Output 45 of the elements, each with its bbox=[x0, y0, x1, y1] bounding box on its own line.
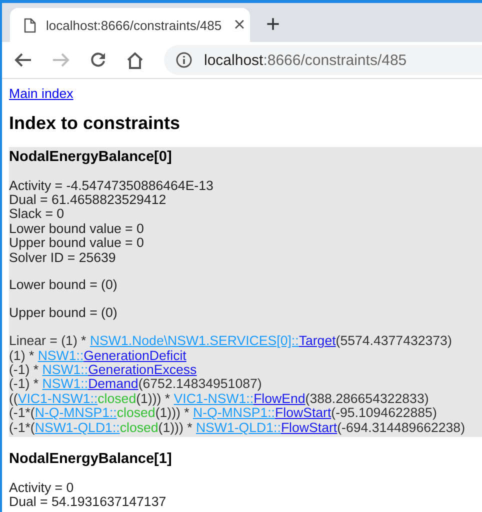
closed-flag-text: closed bbox=[116, 405, 156, 420]
close-tab-button[interactable]: × bbox=[232, 15, 248, 35]
property-text: Slack = 0 bbox=[9, 207, 66, 222]
address-bar[interactable]: localhost:8666/constraints/485 bbox=[164, 45, 482, 75]
expression-text: (1) * bbox=[9, 348, 36, 363]
variable-link[interactable]: Demand bbox=[88, 376, 138, 392]
property-text: Dual = 61.4658823529412 bbox=[9, 192, 168, 208]
expression-text: (-1) * bbox=[9, 362, 40, 378]
variable-link[interactable]: FlowEnd bbox=[254, 390, 306, 406]
expression-text: (-95.1094622885) bbox=[331, 405, 437, 420]
closed-flag-text: closed bbox=[98, 390, 136, 406]
variable-link[interactable]: FlowStart bbox=[280, 420, 338, 435]
expression-text: (-1*( bbox=[9, 405, 35, 420]
closed-flag-text: closed bbox=[120, 420, 158, 435]
variable-link[interactable]: GenerationDeficit bbox=[84, 348, 186, 363]
property-text: Activity = -4.54747350886464E-13 bbox=[9, 178, 214, 193]
constraint-title: NodalEnergyBalance[0] bbox=[9, 148, 173, 165]
expression-text: Linear = (1) * bbox=[9, 333, 88, 348]
expression-text: (6752.14834951087) bbox=[138, 376, 262, 392]
expression-text: (1))) * bbox=[136, 390, 170, 406]
new-tab-button[interactable]: + bbox=[262, 13, 284, 37]
browser-tab[interactable]: localhost:8666/constraints/485 × bbox=[10, 8, 250, 42]
property-text: Lower bound value = 0 bbox=[9, 222, 145, 236]
variable-link[interactable]: GenerationExcess bbox=[88, 362, 197, 378]
expression-text: (5574.4377432373) bbox=[336, 333, 452, 348]
bound-text: Upper bound = (0) bbox=[9, 306, 118, 321]
expression-text: (-694.314489662238) bbox=[337, 420, 465, 435]
property-text: Activity = 0 bbox=[9, 480, 75, 495]
expression-text: (-1*( bbox=[9, 420, 35, 435]
expression-text: (388.286654322833) bbox=[305, 390, 429, 406]
constraint-title: NodalEnergyBalance[1] bbox=[9, 450, 173, 468]
bound-text: Lower bound = (0) bbox=[9, 278, 118, 293]
expression-text: (1))) * bbox=[155, 405, 190, 420]
property-text: Dual = 54.1931637147137 bbox=[9, 495, 168, 510]
variable-link[interactable]: Target bbox=[298, 333, 336, 348]
property-text: Solver ID = 25639 bbox=[9, 250, 117, 265]
main-index-link[interactable]: Main index bbox=[9, 86, 74, 101]
expression-text: (-1) * bbox=[9, 376, 40, 392]
expression-text: (( bbox=[9, 390, 18, 406]
page-heading: Index to constraints bbox=[9, 113, 182, 134]
url-text: localhost:8666/constraints/485 bbox=[204, 52, 407, 68]
expression-text: (1))) * bbox=[158, 420, 194, 435]
variable-link[interactable]: FlowStart bbox=[275, 405, 332, 420]
property-text: Upper bound value = 0 bbox=[9, 236, 145, 251]
tab-title: localhost:8666/constraints/485 bbox=[46, 18, 222, 32]
